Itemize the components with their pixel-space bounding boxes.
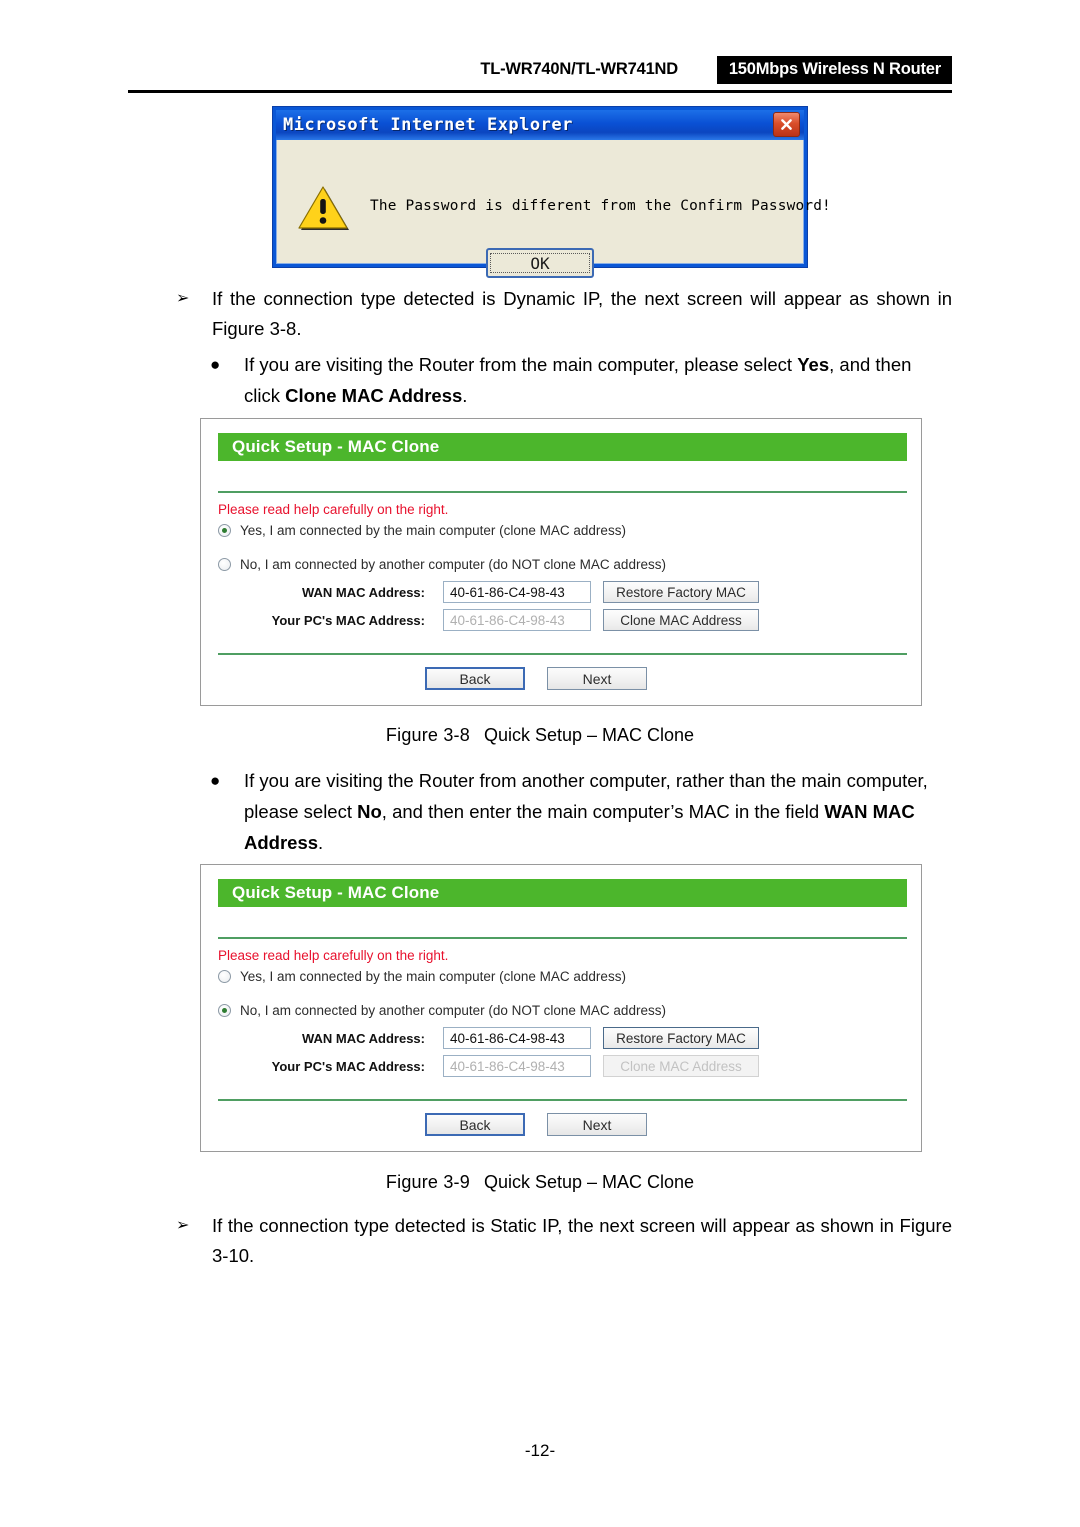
pc-mac-input: 40-61-86-C4-98-43: [443, 609, 591, 631]
panel-1-wan-mac-row: WAN MAC Address: 40-61-86-C4-98-43 Resto…: [229, 581, 769, 603]
radio-no-indicator-2[interactable]: [218, 1004, 231, 1017]
header-model-text: TL-WR740N/TL-WR741ND: [480, 60, 678, 78]
figure-3-9-caption: Figure 3-9 Quick Setup – MAC Clone: [0, 1172, 1080, 1193]
arrow-item-dynamic-ip: ➢ If the connection type detected is Dyn…: [176, 284, 952, 344]
wan-mac-input[interactable]: 40-61-86-C4-98-43: [443, 581, 591, 603]
bullet-item-main-computer-text: If you are visiting the Router from the …: [244, 349, 952, 411]
bullet-marker-2: ●: [210, 771, 221, 790]
panel-1-header-bar: Quick Setup - MAC Clone: [218, 433, 907, 461]
arrow-bullet-marker: ➢: [176, 290, 190, 307]
panel-1-radio-yes[interactable]: Yes, I am connected by the main computer…: [218, 523, 626, 538]
panel-1-title: Quick Setup - MAC Clone: [232, 437, 440, 456]
panel-2-wan-mac-row: WAN MAC Address: 40-61-86-C4-98-43 Resto…: [229, 1027, 769, 1049]
header-product-badge: 150Mbps Wireless N Router: [716, 56, 952, 84]
radio-yes-label-2: Yes, I am connected by the main computer…: [240, 969, 626, 984]
close-icon[interactable]: [773, 112, 800, 137]
bullet-marker: ●: [210, 355, 221, 374]
arrow-bullet-marker-2: ➢: [176, 1217, 190, 1234]
bullet-item-another-computer-text: If you are visiting the Router from anot…: [244, 765, 954, 858]
figure-3-8-number: Figure 3-8: [385, 725, 470, 745]
ie-alert-dialog: Microsoft Internet Explorer The Password…: [272, 106, 831, 278]
radio-no-label-2: No, I am connected by another computer (…: [240, 1003, 666, 1018]
header-rule: [128, 90, 952, 93]
panel-2-pc-mac-row: Your PC's MAC Address: 40-61-86-C4-98-43…: [229, 1055, 769, 1077]
dialog-titlebar: Microsoft Internet Explorer: [276, 110, 804, 140]
figure-3-9-text: Quick Setup – MAC Clone: [483, 1172, 695, 1192]
radio-yes-label: Yes, I am connected by the main computer…: [240, 523, 626, 538]
figure-3-8-text: Quick Setup – MAC Clone: [483, 725, 695, 745]
panel-1-help-note: Please read help carefully on the right.: [218, 502, 449, 517]
panel-2-divider-bottom: [218, 1099, 907, 1101]
bullet1-bold-clone-mac: Clone MAC Address: [285, 385, 463, 406]
pc-mac-label-2: Your PC's MAC Address:: [271, 1058, 425, 1074]
panel-2-footer-buttons: Back Next: [425, 1113, 647, 1136]
wan-mac-label: WAN MAC Address:: [301, 584, 425, 600]
arrow-item-static-ip: ➢ If the connection type detected is Sta…: [176, 1211, 952, 1271]
router-panel-figure-3-9: Quick Setup - MAC Clone Please read help…: [200, 864, 922, 1152]
back-button[interactable]: Back: [425, 667, 525, 690]
router-panel-figure-3-8: Quick Setup - MAC Clone Please read help…: [200, 418, 922, 706]
dialog-body: The Password is different from the Confi…: [276, 140, 831, 278]
radio-yes-indicator-2[interactable]: [218, 970, 231, 983]
next-button-2[interactable]: Next: [547, 1113, 647, 1136]
panel-1-footer-buttons: Back Next: [425, 667, 647, 690]
figure-3-9-number: Figure 3-9: [385, 1172, 470, 1192]
bullet1-seg1: If you are visiting the Router from the …: [244, 354, 798, 375]
panel-1-radio-no[interactable]: No, I am connected by another computer (…: [218, 557, 666, 572]
page-header: TL-WR740N/TL-WR741ND 150Mbps Wireless N …: [128, 56, 952, 90]
radio-yes-indicator[interactable]: [218, 524, 231, 537]
bullet-item-another-computer: ● If you are visiting the Router from an…: [206, 765, 954, 858]
restore-factory-mac-button-2[interactable]: Restore Factory MAC: [603, 1027, 759, 1049]
arrow-item-dynamic-ip-text: If the connection type detected is Dynam…: [212, 288, 952, 339]
panel-2-header-bar: Quick Setup - MAC Clone: [218, 879, 907, 907]
radio-no-label: No, I am connected by another computer (…: [240, 557, 666, 572]
pc-mac-label: Your PC's MAC Address:: [271, 612, 425, 628]
bullet2-seg3: .: [318, 832, 324, 853]
panel-2-radio-no[interactable]: No, I am connected by another computer (…: [218, 1003, 666, 1018]
wan-mac-label-2: WAN MAC Address:: [301, 1030, 425, 1046]
warning-triangle-icon: [297, 184, 349, 230]
bullet-item-main-computer: ● If you are visiting the Router from th…: [206, 349, 952, 411]
wan-mac-input-2[interactable]: 40-61-86-C4-98-43: [443, 1027, 591, 1049]
bullet1-seg3: .: [462, 385, 468, 406]
panel-2-help-note: Please read help carefully on the right.: [218, 948, 449, 963]
panel-1-divider-top: [218, 491, 907, 493]
bullet2-bold-no: No: [357, 801, 382, 822]
ok-button-label: OK: [490, 253, 590, 273]
panel-1-divider-bottom: [218, 653, 907, 655]
bullet1-bold-yes: Yes: [797, 354, 830, 375]
bullet2-seg2: , and then enter the main computer’s MAC…: [381, 801, 825, 822]
panel-2-radio-yes[interactable]: Yes, I am connected by the main computer…: [218, 969, 626, 984]
dialog-message: The Password is different from the Confi…: [370, 198, 831, 214]
clone-mac-address-button-2: Clone MAC Address: [603, 1055, 759, 1077]
back-button-2[interactable]: Back: [425, 1113, 525, 1136]
next-button[interactable]: Next: [547, 667, 647, 690]
restore-factory-mac-button[interactable]: Restore Factory MAC: [603, 581, 759, 603]
pc-mac-input-2: 40-61-86-C4-98-43: [443, 1055, 591, 1077]
dialog-title: Microsoft Internet Explorer: [283, 115, 573, 135]
arrow-item-static-ip-text: If the connection type detected is Stati…: [212, 1215, 952, 1266]
figure-3-8-caption: Figure 3-8 Quick Setup – MAC Clone: [0, 725, 1080, 746]
panel-1-pc-mac-row: Your PC's MAC Address: 40-61-86-C4-98-43…: [229, 609, 769, 631]
page-number: -12-: [524, 1441, 556, 1460]
panel-2-divider-top: [218, 937, 907, 939]
clone-mac-address-button[interactable]: Clone MAC Address: [603, 609, 759, 631]
panel-2-title: Quick Setup - MAC Clone: [232, 883, 440, 902]
radio-no-indicator[interactable]: [218, 558, 231, 571]
dialog-ok-button[interactable]: OK: [486, 248, 594, 278]
